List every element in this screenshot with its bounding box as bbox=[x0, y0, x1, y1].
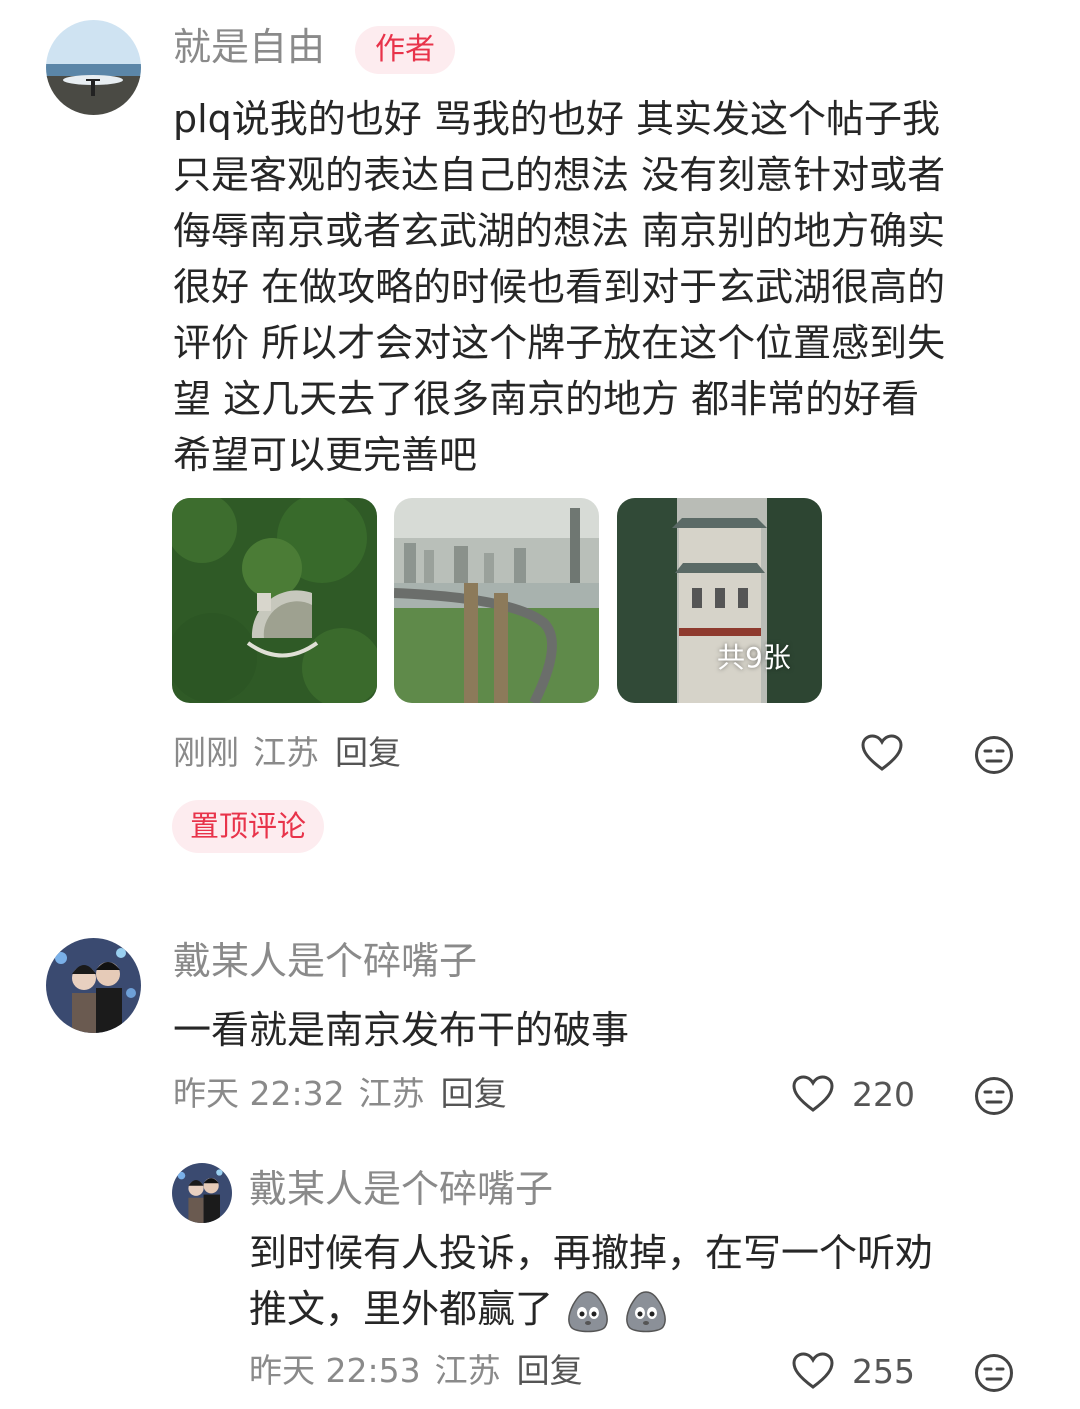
avatar-beach-image bbox=[46, 20, 141, 115]
reply-button[interactable]: 回复 bbox=[517, 1351, 583, 1390]
comment-time: 昨天 22:32 bbox=[173, 1074, 345, 1113]
comment-text-line: 侮辱南京或者玄武湖的想法 南京别的地方确实 bbox=[173, 209, 946, 253]
comment-time: 刚刚 bbox=[173, 733, 239, 772]
avatar[interactable] bbox=[172, 1163, 232, 1223]
comment-location: 江苏 bbox=[434, 1351, 501, 1390]
like-count: 220 bbox=[852, 1074, 915, 1114]
comment-text-line: 希望可以更完善吧 bbox=[173, 433, 478, 477]
comment-image-forest[interactable] bbox=[172, 498, 377, 703]
comment-text: plq说我的也好 骂我的也好 其实发这个帖子我 只是客观的表达自己的想法 没有刻… bbox=[173, 91, 1043, 483]
sad-blob-emoji bbox=[568, 1290, 609, 1332]
avatar[interactable] bbox=[46, 20, 141, 115]
avatar[interactable] bbox=[46, 938, 141, 1033]
comment-username[interactable]: 戴某人是个碎嘴子 bbox=[173, 942, 477, 980]
comment-text-line: plq说我的也好 骂我的也好 其实发这个帖子我 bbox=[173, 97, 940, 141]
reply-button[interactable]: 回复 bbox=[441, 1074, 507, 1113]
comment-location: 江苏 bbox=[253, 733, 319, 772]
like-button[interactable]: 220 bbox=[792, 1075, 915, 1113]
comment-text-line: 到时候有人投诉，再撤掉，在写一个听劝 bbox=[249, 1231, 934, 1275]
comment-meta: 刚刚 江苏 回复 bbox=[173, 736, 415, 769]
dislike-button[interactable] bbox=[974, 735, 1014, 779]
comment-text-line: 很好 在做攻略的时候也看到对于玄武湖很高的 bbox=[173, 265, 946, 309]
pinned-comment-badge: 置顶评论 bbox=[172, 800, 325, 853]
like-button[interactable]: 255 bbox=[792, 1352, 915, 1390]
comment-image-building[interactable]: 共9张 bbox=[617, 498, 822, 703]
comment-time: 昨天 22:53 bbox=[249, 1351, 421, 1390]
comment-meta: 昨天 22:32 江苏 回复 bbox=[173, 1077, 521, 1110]
heart-icon bbox=[792, 1075, 834, 1112]
heart-icon bbox=[792, 1352, 834, 1389]
heart-icon bbox=[861, 734, 903, 771]
dislike-button[interactable] bbox=[974, 1076, 1014, 1120]
comment-location: 江苏 bbox=[358, 1074, 425, 1113]
sad-blob-emoji bbox=[626, 1290, 667, 1332]
avatar-couple-image bbox=[172, 1163, 232, 1223]
meh-face-icon bbox=[975, 1077, 1013, 1115]
reply-button[interactable]: 回复 bbox=[335, 733, 401, 772]
comment-meta: 昨天 22:53 江苏 回复 bbox=[249, 1354, 597, 1387]
comment-text-fragment: 推文，里外都赢了 bbox=[249, 1287, 554, 1331]
comment-username[interactable]: 就是自由 bbox=[173, 28, 325, 66]
like-count: 255 bbox=[852, 1351, 915, 1391]
author-badge: 作者 bbox=[355, 26, 455, 74]
comment-text-line: 只是客观的表达自己的想法 没有刻意针对或者 bbox=[173, 153, 946, 197]
comment-username[interactable]: 戴某人是个碎嘴子 bbox=[249, 1170, 553, 1208]
image-count-label: 共9张 bbox=[717, 641, 791, 674]
comment-text-line: 推文，里外都赢了 bbox=[249, 1281, 1049, 1337]
meh-face-icon bbox=[975, 736, 1013, 774]
comment-text-line: 望 这几天去了很多南京的地方 都非常的好看 bbox=[173, 377, 920, 421]
avatar-couple-image bbox=[46, 938, 141, 1033]
like-button[interactable] bbox=[861, 734, 903, 776]
dislike-button[interactable] bbox=[974, 1353, 1014, 1397]
comment-text: 一看就是南京发布干的破事 bbox=[173, 1008, 630, 1052]
comment-text-line: 评价 所以才会对这个牌子放在这个位置感到失 bbox=[173, 321, 946, 365]
meh-face-icon bbox=[975, 1354, 1013, 1392]
comment-text: 到时候有人投诉，再撤掉，在写一个听劝 推文，里外都赢了 bbox=[249, 1225, 1049, 1337]
comment-image-bridge[interactable] bbox=[394, 498, 599, 703]
